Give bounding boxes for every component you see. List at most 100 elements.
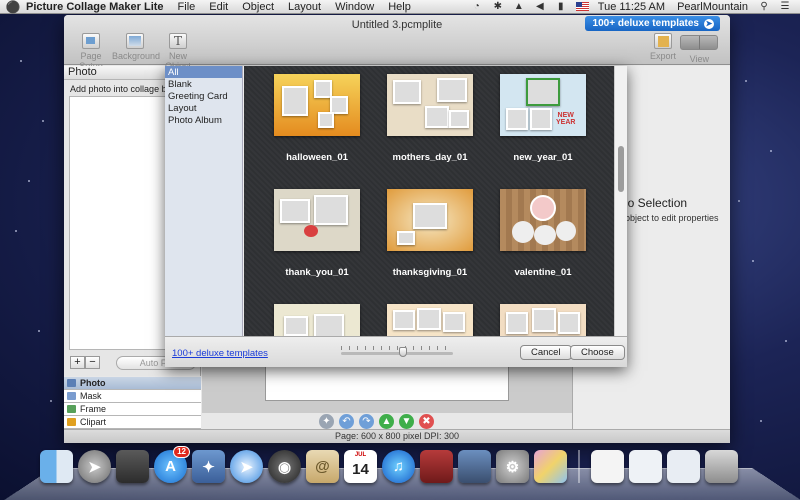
window-toolbar: Untitled 3.pcmplite 100+ deluxe template… — [64, 15, 730, 71]
picture-collage-maker-icon[interactable] — [534, 450, 567, 483]
crop-tool-icon[interactable]: ✦ — [319, 414, 334, 429]
template-thanksgiving[interactable]: thanksgiving_01 — [387, 189, 473, 278]
gallery-scrollbar[interactable] — [614, 66, 627, 336]
calendar-icon[interactable]: JUL 14 — [344, 450, 377, 483]
app-menu[interactable]: Picture Collage Maker Lite — [26, 1, 164, 13]
deluxe-templates-link[interactable]: 100+ deluxe templates — [172, 348, 268, 359]
scrollbar-thumb[interactable] — [618, 146, 624, 192]
template-name: thanksgiving_01 — [392, 267, 468, 278]
dock: ➤ A 12 ✦ ➤ ◉ @ JUL 14 ♫ ⚙ — [40, 446, 738, 483]
itunes-music-icon[interactable]: ♫ — [382, 450, 415, 483]
photo-icon — [67, 379, 76, 387]
tab-mask[interactable]: Mask — [64, 390, 201, 403]
template-thumbnail-item[interactable] — [274, 304, 360, 336]
menu-bar: ⚫ Picture Collage Maker Lite File Edit O… — [0, 0, 800, 14]
bluetooth-icon[interactable]: ✱ — [492, 1, 504, 12]
photo-booth-icon[interactable] — [420, 450, 453, 483]
template-gallery: halloween_01 mothers_day_01 NEW YEAR new_… — [244, 66, 614, 336]
category-blank[interactable]: Blank — [165, 78, 242, 90]
category-greeting-card[interactable]: Greeting Card — [165, 90, 242, 102]
contacts-book-icon[interactable]: @ — [306, 450, 339, 483]
category-all[interactable]: All — [165, 66, 242, 78]
user-menu[interactable]: PearlMountain — [677, 1, 748, 13]
iphoto-icon[interactable] — [458, 450, 491, 483]
battery-icon[interactable]: ▮ — [555, 1, 567, 12]
slider-knob[interactable] — [398, 347, 407, 357]
template-thumbnail — [500, 304, 586, 336]
finder-icon[interactable] — [40, 450, 73, 483]
calendar-day: 14 — [352, 461, 369, 478]
input-source-flag-icon[interactable] — [575, 2, 589, 11]
clipart-icon — [67, 418, 76, 426]
tab-photo[interactable]: Photo — [64, 377, 201, 390]
category-photo-album[interactable]: Photo Album — [165, 114, 242, 126]
menu-file[interactable]: File — [178, 1, 196, 13]
tab-clipart[interactable]: Clipart — [64, 416, 201, 429]
arrow-right-icon: ➤ — [704, 18, 714, 29]
remove-photo-button[interactable]: − — [85, 356, 100, 369]
background-icon — [126, 33, 144, 49]
move-down-icon[interactable]: ▼ — [399, 414, 414, 429]
template-thumbnail-item[interactable] — [500, 304, 586, 336]
menu-clock[interactable]: Tue 11:25 AM — [598, 1, 665, 13]
export-icon — [654, 33, 672, 49]
menu-edit[interactable]: Edit — [209, 1, 228, 13]
template-mothers-day[interactable]: mothers_day_01 — [387, 74, 473, 163]
template-valentine[interactable]: valentine_01 — [500, 189, 586, 278]
template-name: new_year_01 — [513, 152, 573, 163]
redo-icon[interactable]: ↷ — [359, 414, 374, 429]
time-machine-icon[interactable]: ◔ — [471, 1, 483, 12]
trash-icon[interactable] — [705, 450, 738, 483]
deluxe-templates-button[interactable]: 100+ deluxe templates ➤ — [584, 16, 720, 31]
system-preferences-gear-icon[interactable]: ⚙ — [496, 450, 529, 483]
canvas-toolbar: ✦ ↶ ↷ ▲ ▼ ✖ — [319, 414, 434, 429]
menu-layout[interactable]: Layout — [288, 1, 321, 13]
template-chooser-sheet: All Blank Greeting Card Layout Photo Alb… — [165, 66, 627, 367]
dock-separator — [578, 450, 580, 483]
wifi-icon[interactable]: ▲ — [513, 1, 525, 12]
thumbnail-size-slider[interactable] — [341, 347, 453, 357]
template-thumbnail — [274, 304, 360, 336]
text-object-icon: T — [169, 33, 187, 49]
menu-help[interactable]: Help — [388, 1, 411, 13]
category-layout[interactable]: Layout — [165, 102, 242, 114]
left-tabs: Photo Mask Frame Clipart — [64, 377, 201, 429]
facetime-camera-icon[interactable]: ◉ — [268, 450, 301, 483]
delete-icon[interactable]: ✖ — [419, 414, 434, 429]
template-new-year[interactable]: NEW YEAR new_year_01 — [500, 74, 586, 163]
collage-canvas[interactable] — [265, 361, 509, 401]
apple-menu-icon[interactable]: ⚫ — [0, 0, 26, 14]
safari-compass-icon[interactable]: ➤ — [230, 450, 263, 483]
cancel-button[interactable]: Cancel — [520, 345, 572, 360]
document-stack-icon[interactable] — [591, 450, 624, 483]
mail-stamp-icon[interactable]: ✦ — [192, 450, 225, 483]
volume-icon[interactable]: ◀ — [534, 1, 546, 12]
template-thumbnail: NEW YEAR — [500, 74, 586, 136]
deluxe-templates-label: 100+ deluxe templates — [592, 18, 699, 29]
add-photo-button[interactable]: + — [70, 356, 85, 369]
undo-icon[interactable]: ↶ — [339, 414, 354, 429]
menu-window[interactable]: Window — [335, 1, 374, 13]
template-thumbnail — [500, 189, 586, 251]
export-label: Export — [649, 51, 676, 61]
app-store-icon[interactable]: A 12 — [154, 446, 190, 483]
frame-icon — [67, 405, 76, 413]
spotlight-search-icon[interactable]: ⚲ — [758, 1, 770, 12]
template-thumbnail-item[interactable] — [387, 304, 473, 336]
downloads-stack-icon[interactable] — [629, 450, 662, 483]
template-thank-you[interactable]: thank_you_01 — [274, 189, 360, 278]
notification-list-icon[interactable]: ☰ — [779, 1, 791, 12]
folder-stack-icon[interactable] — [667, 450, 700, 483]
launchpad-rocket-icon[interactable]: ➤ — [78, 450, 111, 483]
choose-button[interactable]: Choose — [570, 345, 625, 360]
tab-frame[interactable]: Frame — [64, 403, 201, 416]
background-button[interactable]: Background — [112, 33, 160, 61]
no-selection-title: lo Selection — [625, 196, 688, 210]
view-label: View — [689, 54, 709, 64]
calendar-month: JUL — [354, 452, 367, 458]
mission-control-icon[interactable] — [116, 450, 149, 483]
view-toggle[interactable] — [680, 35, 718, 50]
menu-object[interactable]: Object — [242, 1, 274, 13]
move-up-icon[interactable]: ▲ — [379, 414, 394, 429]
template-halloween[interactable]: halloween_01 — [274, 74, 360, 163]
